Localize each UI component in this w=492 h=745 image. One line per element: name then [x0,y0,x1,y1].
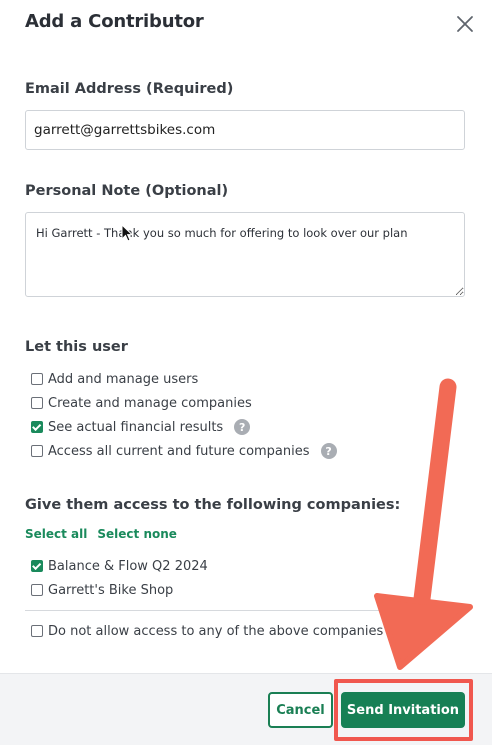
permission-see-financials[interactable]: See actual financial results ? [31,418,251,436]
send-invitation-button[interactable]: Send Invitation [341,692,465,728]
create-companies-checkbox[interactable] [31,397,43,409]
see-financials-checkbox[interactable] [31,421,43,433]
add-users-checkbox[interactable] [31,373,43,385]
email-label: Email Address (Required) [25,81,234,97]
company-balance-flow[interactable]: Balance & Flow Q2 2024 [31,557,208,575]
dialog-title: Add a Contributor [25,11,204,32]
select-none-link[interactable]: Select none [97,527,177,541]
company-garretts-bike-shop[interactable]: Garrett's Bike Shop [31,581,173,599]
no-access-option[interactable]: Do not allow access to any of the above … [31,622,383,640]
help-icon[interactable]: ? [234,419,251,435]
note-label: Personal Note (Optional) [25,183,229,199]
checkbox-label: Balance & Flow Q2 2024 [48,558,208,574]
permission-create-companies[interactable]: Create and manage companies [31,394,252,412]
access-all-companies-checkbox[interactable] [31,445,43,457]
checkbox-label: Create and manage companies [48,395,252,411]
permissions-heading: Let this user [25,339,128,355]
checkbox-label: Add and manage users [48,371,199,387]
divider [25,610,465,611]
companies-heading: Give them access to the following compan… [25,497,401,513]
checkbox-label: See actual financial results [48,419,224,435]
add-contributor-dialog: Add a Contributor Email Address (Require… [0,0,492,745]
checkbox-label: Access all current and future companies [48,443,310,459]
personal-note-field[interactable]: Hi Garrett - Thank you so much for offer… [25,212,465,297]
cancel-button[interactable]: Cancel [268,692,333,728]
checkbox-label: Garrett's Bike Shop [48,582,174,598]
close-icon[interactable] [454,13,476,35]
permission-access-all-companies[interactable]: Access all current and future companies … [31,442,337,460]
no-access-checkbox[interactable] [31,625,43,637]
help-icon[interactable]: ? [320,443,337,459]
permission-add-users[interactable]: Add and manage users [31,370,198,388]
select-all-link[interactable]: Select all [25,527,87,541]
garretts-bike-shop-checkbox[interactable] [31,584,43,596]
email-field[interactable] [25,110,465,150]
selection-links: Select all Select none [25,527,177,541]
balance-flow-checkbox[interactable] [31,560,43,572]
checkbox-label: Do not allow access to any of the above … [48,623,384,639]
